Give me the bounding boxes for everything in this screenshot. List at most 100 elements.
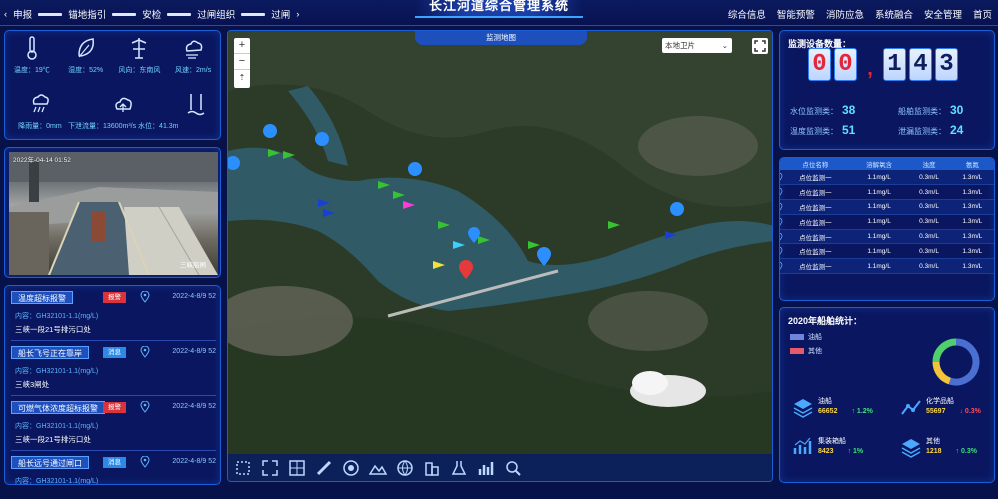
nav-item-info[interactable]: 综合信息 (728, 7, 766, 21)
nav-item-integration[interactable]: 系统融合 (875, 7, 913, 21)
location-pin-icon[interactable] (140, 456, 150, 468)
location-pin-icon[interactable] (140, 346, 150, 358)
expand-icon[interactable] (261, 459, 279, 477)
globe-icon[interactable] (396, 459, 414, 477)
cell-value: 1.3m/L (950, 184, 994, 201)
weather-discharge: 下泄流量：13600m³/s 水位：41.3m (68, 91, 179, 131)
ship-stat-oil: 油船 66652 ↑ 1.2% (792, 396, 873, 418)
bar-chart-icon[interactable] (477, 459, 495, 477)
alert-item[interactable]: 船长飞号正在靠岸 消息 2022-4-8/9 52 内容：GH32101-1.1… (11, 344, 216, 396)
alert-content: 内容：GH32101-1.1(mg/L) (15, 478, 99, 485)
location-pin-icon[interactable] (779, 188, 783, 197)
zoom-out-button[interactable]: − (234, 54, 250, 70)
stat-ship: 船舶监测类： 30 (898, 103, 964, 117)
ship-stats-title: 2020年船舶统计： (788, 316, 863, 326)
location-pin-icon[interactable] (779, 217, 783, 227)
nav-item-anchorage[interactable]: 锚地指引 (68, 7, 106, 21)
nav-item-emergency[interactable]: 消防应急 (826, 7, 864, 21)
col-header-point: 点位名称 (780, 158, 851, 170)
table-row[interactable]: 点位监测一 1.1mg/L 0.3m/L 1.3m/L (779, 243, 994, 260)
terrain-icon[interactable] (369, 459, 387, 477)
cell-value: 0.3m/L (907, 243, 951, 260)
cell-value: 1.1mg/L (850, 258, 908, 275)
donut-slice (948, 338, 980, 386)
location-pin-icon[interactable] (779, 173, 783, 182)
ship-stat-other: 其他 1218 ↑ 0.3% (900, 436, 977, 458)
trend-chart-icon (793, 437, 812, 454)
nav-item-lock-organization[interactable]: 过闸组织 (197, 7, 235, 21)
cell-value: 0.3m/L (907, 258, 951, 275)
camera-timestamp: 2022年-04-14 01:52 (13, 157, 71, 164)
legend-item: 油船 (790, 332, 822, 342)
nav-item-inspection[interactable]: 安检 (142, 7, 161, 21)
location-pin-icon[interactable] (779, 232, 783, 242)
compass-icon[interactable]: ⇡ (234, 70, 250, 86)
map-layer-select[interactable]: 本地卫片 ⌄ (662, 38, 732, 53)
col-header-ammonia: 氨氮 (950, 158, 994, 170)
alert-date: 2022-4-8/9 52 (172, 348, 216, 355)
nav-item-warning[interactable]: 智能预警 (777, 7, 815, 21)
location-pin-icon[interactable] (140, 291, 150, 303)
table-row[interactable]: 点位监测一 1.1mg/L 0.3m/L 1.3m/L (779, 229, 994, 245)
cell-value: 0.3m/L (907, 214, 951, 230)
nav-item-safety[interactable]: 安全管理 (924, 7, 962, 21)
table-row[interactable]: 点位监测一 1.1mg/L 0.3m/L 1.3m/L (779, 199, 994, 215)
cell-value: 1.3m/L (950, 214, 994, 230)
cell-text: 点位监测一 (799, 190, 832, 198)
building-icon[interactable] (423, 459, 441, 477)
camera-feed-image[interactable] (9, 152, 218, 276)
cell-value: 0.3m/L (907, 199, 951, 215)
cell-text: 点位监测一 (799, 249, 832, 257)
top-bar: ‹ 申报 锚地指引 安检 过闸组织 过闸 › 长江河道综合管理系统 综合信息 智… (0, 0, 998, 26)
weather-panel: 温度：19℃ 湿度：52% 风向：东南风 风速：2m/s 降雨量：0mm 下泄流… (4, 30, 221, 140)
cell-value: 1.1mg/L (850, 243, 908, 260)
target-icon[interactable] (342, 459, 360, 477)
table-row[interactable]: 点位监测一 1.1mg/L 0.3m/L 1.3m/L (779, 258, 994, 275)
satellite-map[interactable] (228, 31, 773, 482)
monitoring-map[interactable]: 监测地图 + − ⇡ 本地卫片 ⌄ (227, 30, 773, 482)
nav-item-declare[interactable]: 申报 (13, 7, 32, 21)
nav-next-icon[interactable]: › (296, 9, 299, 20)
ship-donut-chart (932, 338, 980, 386)
alert-content: 内容：GH32101-1.1(mg/L) (15, 313, 99, 320)
zoom-in-button[interactable]: + (234, 38, 250, 54)
table-row[interactable]: 点位监测一 1.1mg/L 0.3m/L 1.3m/L (779, 214, 994, 230)
location-pin-icon[interactable] (779, 262, 783, 271)
select-area-icon[interactable] (234, 459, 252, 477)
nav-item-lock-pass[interactable]: 过闸 (271, 7, 290, 21)
location-pin-icon[interactable] (779, 202, 783, 212)
alert-title: 船长飞号正在靠岸 (11, 346, 89, 359)
alert-date: 2022-4-8/9 52 (172, 403, 216, 410)
count-digit: 4 (909, 48, 932, 81)
cell-point-name: 点位监测一 (779, 214, 851, 230)
cell-value: 1.1mg/L (850, 184, 908, 201)
count-digit: 0 (808, 48, 831, 81)
count-digit: 3 (935, 48, 958, 81)
flask-icon[interactable] (450, 459, 468, 477)
location-pin-icon[interactable] (779, 247, 783, 256)
legend-swatch (790, 334, 804, 340)
alert-item[interactable]: 可燃气体浓度超标报警 报警 2022-4-8/9 52 内容：GH32101-1… (11, 399, 216, 451)
chevron-down-icon: ⌄ (721, 41, 728, 50)
car-search-icon[interactable] (504, 459, 522, 477)
nav-item-home[interactable]: 首页 (973, 7, 992, 21)
alert-badge: 消息 (103, 457, 126, 468)
location-pin-icon[interactable] (140, 401, 150, 413)
alert-item[interactable]: 船长远号通过闸口 消息 2022-4-8/9 52 内容：GH32101-1.1… (11, 454, 216, 485)
ruler-icon[interactable] (315, 459, 333, 477)
count-digit: 1 (883, 48, 906, 81)
nav-prev-icon[interactable]: ‹ (4, 9, 7, 20)
wind-vane-icon (132, 38, 147, 59)
alert-location: 三峡3闸处 (15, 380, 50, 389)
title-banner: 长江河道综合管理系统 (415, 0, 583, 18)
grid-frame-icon[interactable] (288, 459, 306, 477)
fullscreen-button[interactable] (752, 38, 768, 54)
alert-item[interactable]: 温度超标报警 报警 2022-4-8/9 52 内容：GH32101-1.1(m… (11, 289, 216, 341)
right-nav: 综合信息 智能预警 消防应急 系统融合 安全管理 首页 (728, 7, 992, 21)
table-row[interactable]: 点位监测一 1.1mg/L 0.3m/L 1.3m/L (779, 170, 994, 186)
col-header-oxygen: 溶解氧含 (850, 158, 908, 170)
trend-up: ↑ 1.2% (851, 408, 873, 415)
camera-label: 三峡船闸 (180, 262, 206, 269)
stat-leak: 泄漏监测类： 24 (898, 123, 964, 137)
table-row[interactable]: 点位监测一 1.1mg/L 0.3m/L 1.3m/L (779, 184, 994, 201)
